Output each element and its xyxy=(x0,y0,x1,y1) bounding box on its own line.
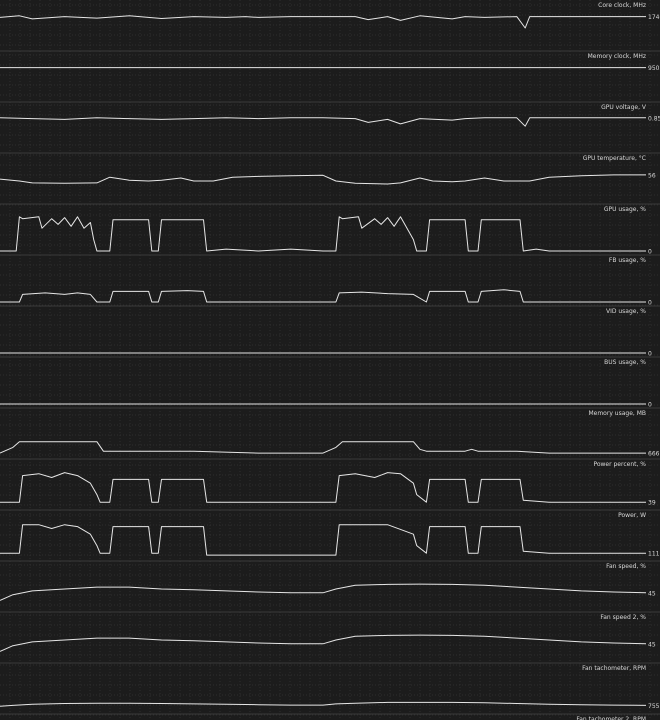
current-value: 755 xyxy=(648,703,660,710)
graph-title: Core clock, MHz xyxy=(598,2,646,9)
graph-title: Fan speed 2, % xyxy=(600,614,646,621)
current-value: 0 xyxy=(648,351,652,358)
current-value: 666 xyxy=(648,451,660,458)
graph-title: GPU usage, % xyxy=(604,206,646,213)
current-value: 56 xyxy=(648,172,656,179)
graph-title: Memory usage, MB xyxy=(588,410,646,417)
current-value: 9502 xyxy=(648,65,660,72)
graph-title: Power percent, % xyxy=(593,461,646,468)
graph-title: GPU temperature, °C xyxy=(583,155,646,162)
current-value: 39 xyxy=(648,500,656,507)
graph-title: GPU voltage, V xyxy=(601,104,647,111)
current-value: 1740 xyxy=(648,14,660,21)
graph-title: Fan speed, % xyxy=(606,563,646,570)
current-value: 0 xyxy=(648,300,652,307)
current-value: 45 xyxy=(648,641,656,648)
graph-title: Power, W xyxy=(618,512,646,519)
current-value: 111 xyxy=(648,551,660,558)
current-value: 0 xyxy=(648,249,652,256)
hardware-monitor-graphs: Core clock, MHz1740 Memory clock, MHz9502… xyxy=(0,0,660,720)
graph-title: Fan tachometer, RPM xyxy=(582,665,646,672)
graph-title: Fan tachometer 2, RPM xyxy=(576,716,646,720)
current-value: 0.85 xyxy=(648,115,660,122)
graph-title: BUS usage, % xyxy=(604,359,646,366)
graph-title: VID usage, % xyxy=(606,308,646,315)
current-value: 45 xyxy=(648,590,656,597)
graph-title: Memory clock, MHz xyxy=(588,53,646,60)
graph-title: FB usage, % xyxy=(609,257,646,264)
current-value: 0 xyxy=(648,402,652,409)
